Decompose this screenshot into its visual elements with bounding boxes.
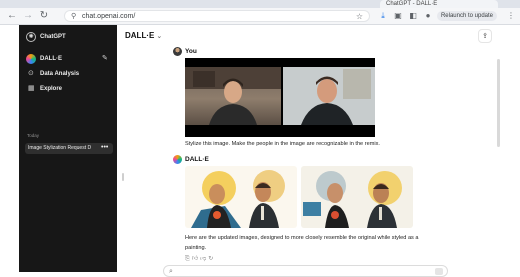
ellipsis-icon[interactable]: ••• — [101, 143, 108, 153]
user-message-text: Stylize this image. Make the people in t… — [185, 141, 380, 147]
generated-image[interactable] — [301, 166, 413, 228]
browser-tab[interactable]: ChatGPT - DALL·E — [380, 0, 498, 8]
address-bar[interactable]: ⚲ chat.openai.com/ ☆ — [64, 10, 370, 22]
sidebar-item-label: DALL·E — [40, 56, 62, 62]
forward-icon[interactable]: → — [22, 10, 34, 22]
generated-image[interactable] — [185, 166, 297, 228]
site-info-icon[interactable]: ⚲ — [71, 11, 76, 22]
dalle-avatar — [173, 155, 182, 164]
share-icon[interactable]: ⇪ — [478, 29, 492, 43]
sidebar-item-dalle[interactable]: DALL·E ✎ — [26, 53, 116, 65]
video-frame-left — [185, 67, 281, 125]
message-author: DALL·E — [185, 156, 209, 163]
profile-icon[interactable]: ● — [423, 11, 433, 21]
chatgpt-logo-icon: ✺ — [26, 32, 36, 42]
chat-title: Image Stylization Request D — [28, 145, 92, 151]
scrollbar[interactable] — [497, 59, 500, 147]
brand-label: ChatGPT — [40, 34, 66, 40]
browser-tab-strip: ChatGPT - DALL·E — [0, 0, 520, 8]
model-selector[interactable]: DALL·E ⌄ — [125, 31, 162, 40]
thumbs-down-icon[interactable]: 👎︎ — [200, 256, 208, 262]
new-chat-icon[interactable]: ✎ — [102, 53, 108, 65]
sidebar-item-label: Explore — [40, 86, 63, 92]
chat-main: DALL·E ⌄ ⇪ You Stylize this image. Make … — [117, 25, 520, 277]
assistant-message-text: Here are the updated images, designed to… — [185, 235, 419, 251]
message-actions: ⎘👍︎👎︎↻ — [185, 254, 215, 263]
chevron-down-icon: ⌄ — [156, 33, 163, 40]
sidebar-toggle-handle[interactable] — [122, 173, 124, 181]
copy-icon[interactable]: ⎘ — [185, 256, 192, 262]
browser-menu-icon[interactable]: ⋮ — [506, 11, 516, 21]
grid-icon: ▦ — [28, 85, 35, 92]
sidepanel-icon[interactable]: ◧ — [408, 11, 418, 21]
history-section-label: Today — [27, 133, 40, 138]
sidebar-item-label: Data Analysis — [40, 71, 80, 77]
user-avatar — [173, 47, 182, 56]
gpt-icon: ⊙ — [28, 70, 34, 77]
model-name: DALL·E — [125, 31, 155, 40]
regenerate-icon[interactable]: ↻ — [208, 256, 215, 262]
thumbs-up-icon[interactable]: 👍︎ — [192, 256, 200, 262]
extensions-icon[interactable]: ▣ — [393, 11, 403, 21]
relaunch-button[interactable]: Relaunch to update — [437, 11, 497, 21]
star-icon[interactable]: ☆ — [356, 11, 363, 22]
browser-toolbar: ← → ↻ ⚲ chat.openai.com/ ☆ ⤓ ▣ ◧ ● Relau… — [0, 8, 520, 25]
url-text: chat.openai.com/ — [82, 13, 136, 20]
message-author: You — [185, 48, 197, 55]
video-frame-right — [283, 67, 375, 125]
chat-history-item[interactable]: Image Stylization Request D ••• — [25, 143, 113, 154]
uploaded-image[interactable] — [185, 58, 375, 137]
message-composer[interactable]: ⌕ — [163, 265, 448, 277]
download-icon[interactable]: ⤓ — [378, 11, 388, 21]
sidebar: ✺ ChatGPT DALL·E ✎ ⊙ Data Analysis ▦ Exp… — [19, 25, 117, 272]
reload-icon[interactable]: ↻ — [38, 10, 50, 22]
back-icon[interactable]: ← — [6, 10, 18, 22]
dalle-avatar-icon — [26, 54, 36, 64]
